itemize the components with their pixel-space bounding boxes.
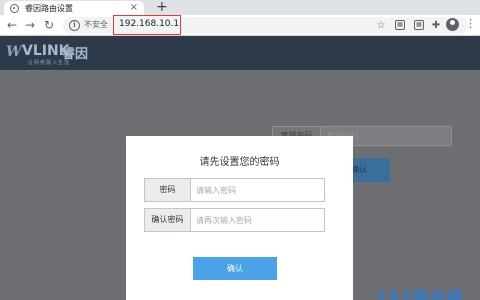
extension-icon[interactable]: ▦ xyxy=(413,19,425,31)
brand-logo-mark: W xyxy=(6,44,22,60)
close-tab-icon[interactable]: × xyxy=(130,1,138,15)
browser-tab[interactable]: 睿因路由设置 × xyxy=(4,1,144,15)
forward-icon[interactable]: → xyxy=(22,17,38,33)
page-content: W VLINK 睿因 让网络融入生活 管理密码 管理密码 确认 请先设置您的密码… xyxy=(0,36,480,300)
back-icon[interactable]: ← xyxy=(4,17,20,33)
confirm-password-label: 确认密码 xyxy=(145,209,191,231)
site-header: W VLINK 睿因 让网络融入生活 xyxy=(0,36,480,70)
confirm-password-field: 确认密码 xyxy=(144,208,325,232)
security-label: 不安全 xyxy=(84,20,108,29)
reload-icon[interactable]: ↻ xyxy=(41,17,57,33)
tab-strip: 睿因路由设置 × + xyxy=(0,0,480,15)
new-tab-button[interactable]: + xyxy=(156,0,168,14)
confirm-button[interactable]: 确认 xyxy=(193,257,277,280)
menu-icon[interactable]: ⋮ xyxy=(465,17,476,30)
address-bar[interactable]: i 不安全 192.168.10.1 ☆ ▦ ▦ ✚ xyxy=(63,15,468,35)
dialog-title: 请先设置您的密码 xyxy=(199,157,280,168)
url-highlight[interactable]: 192.168.10.1 xyxy=(113,15,181,35)
star-icon[interactable]: ☆ xyxy=(375,19,387,31)
profile-avatar-icon[interactable] xyxy=(446,18,459,31)
confirm-password-input[interactable] xyxy=(192,209,324,231)
brand-tagline: 让网络融入生活 xyxy=(28,60,71,66)
browser-toolbar: ← → ↻ i 不安全 192.168.10.1 ☆ ▦ ▦ ✚ ⋮ xyxy=(0,15,480,36)
extension-icon[interactable]: ▦ xyxy=(394,19,406,31)
url-text: 192.168.10.1 xyxy=(119,19,180,29)
password-input[interactable] xyxy=(192,179,324,201)
puzzle-icon[interactable]: ✚ xyxy=(430,19,442,31)
password-field: 密码 xyxy=(144,178,325,202)
globe-icon xyxy=(10,3,19,13)
tab-title: 睿因路由设置 xyxy=(25,3,73,13)
info-icon[interactable]: i xyxy=(69,20,80,31)
set-password-dialog: 请先设置您的密码 密码 确认密码 确认 xyxy=(126,136,353,300)
password-label: 密码 xyxy=(145,179,191,201)
watermark: 192路由网 xyxy=(376,288,465,300)
